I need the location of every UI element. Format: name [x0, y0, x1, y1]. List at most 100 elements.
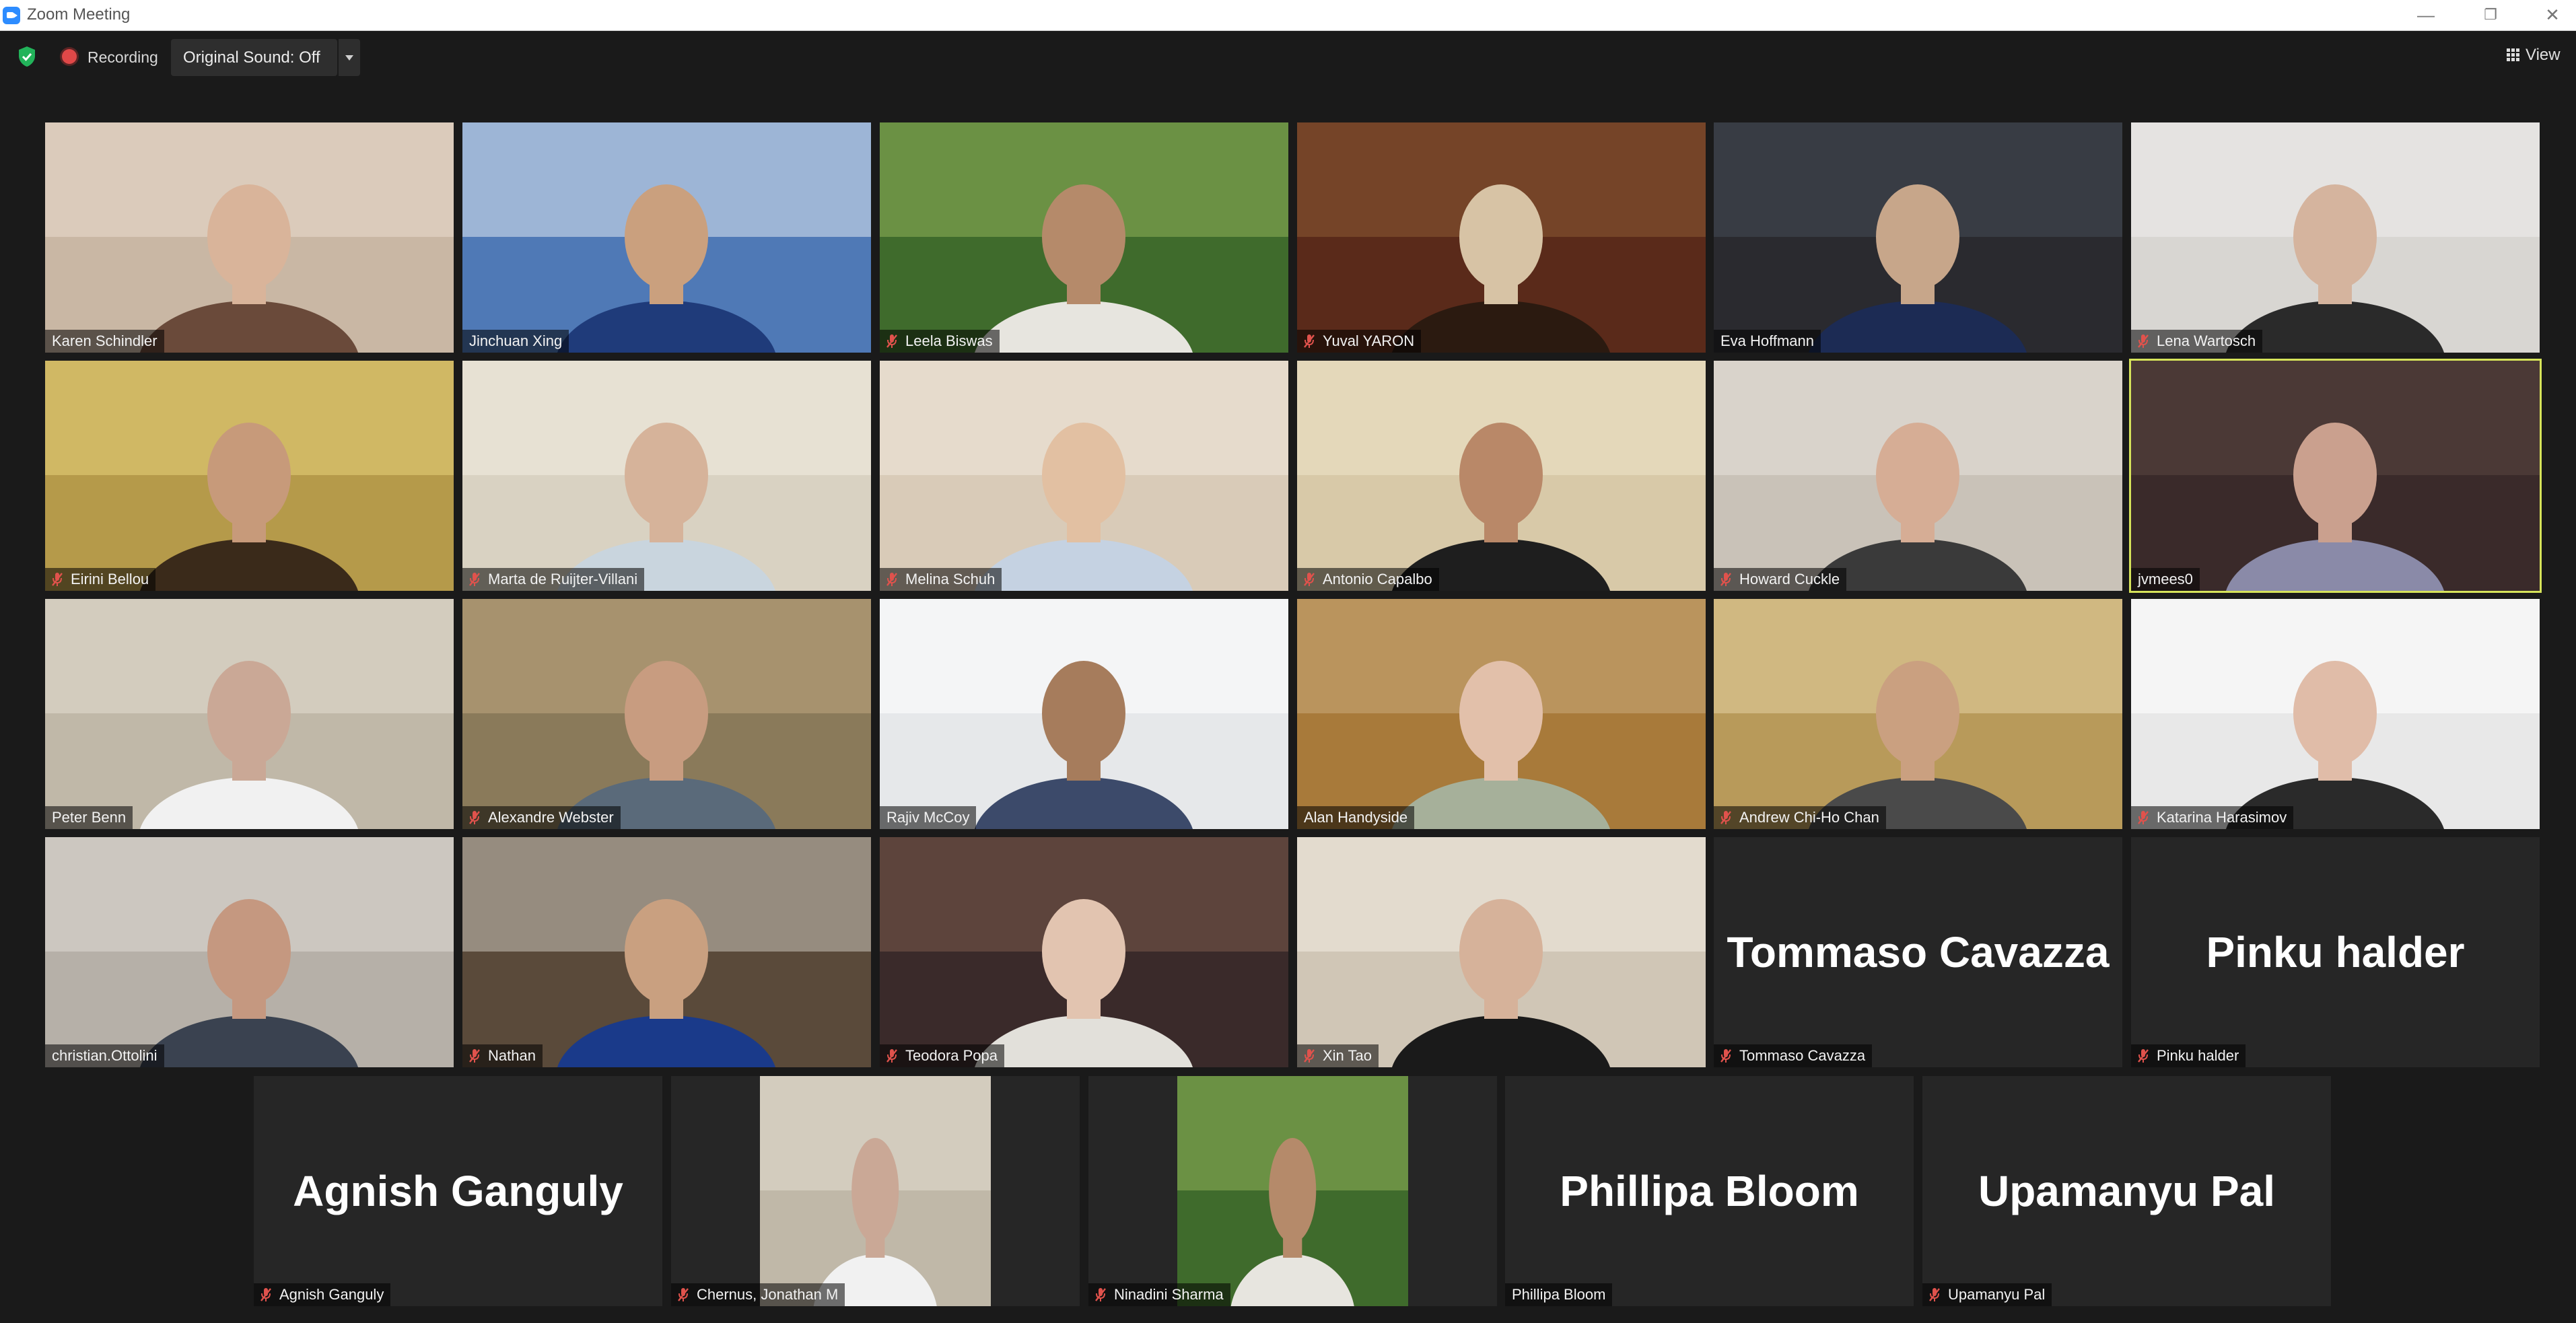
participant-name: Xin Tao: [1323, 1047, 1372, 1064]
participant-tile[interactable]: Lena Wartosch: [2131, 122, 2540, 353]
participant-name-tag: Upamanyu Pal: [1922, 1283, 2052, 1306]
close-button[interactable]: ✕: [2532, 1, 2573, 28]
participant-name: Chernus, Jonathan M: [697, 1286, 839, 1303]
participant-display-name: Pinku halder: [2206, 928, 2465, 976]
profile-photo: [760, 1076, 991, 1306]
participant-tile[interactable]: Marta de Ruijter-Villani: [462, 361, 871, 591]
participant-tile[interactable]: Teodora Popa: [880, 837, 1288, 1067]
grid-view-icon: [2507, 48, 2520, 62]
muted-mic-icon: [260, 1288, 271, 1301]
participant-name-tag: Lena Wartosch: [2131, 330, 2263, 353]
participant-tile[interactable]: Yuval YARON: [1297, 122, 1706, 353]
security-shield-icon[interactable]: [18, 46, 36, 67]
minimize-button[interactable]: —: [2406, 1, 2446, 28]
participant-name: Tommaso Cavazza: [1739, 1047, 1866, 1064]
participant-name: Marta de Ruijter-Villani: [488, 571, 638, 587]
zoom-app-icon: [3, 7, 20, 24]
participant-name: Ninadini Sharma: [1114, 1286, 1224, 1303]
video-feed: [1297, 122, 1706, 353]
participant-name: Melina Schuh: [905, 571, 996, 587]
participant-tile[interactable]: Upamanyu Pal Upamanyu Pal: [1922, 1076, 2331, 1306]
original-sound-button[interactable]: Original Sound: Off: [171, 39, 337, 76]
participant-name: Yuval YARON: [1323, 332, 1415, 349]
participant-tile[interactable]: Jinchuan Xing: [462, 122, 871, 353]
participant-name: Alan Handyside: [1304, 809, 1408, 826]
participant-name-tag: Chernus, Jonathan M: [671, 1283, 845, 1306]
participant-name-tag: jvmees0: [2131, 568, 2200, 591]
participant-name-tag: Alexandre Webster: [462, 806, 621, 829]
restore-button[interactable]: ❐: [2470, 1, 2511, 28]
participant-name-tag: Jinchuan Xing: [462, 330, 569, 353]
recording-label: Recording: [88, 48, 158, 66]
recording-icon: [62, 49, 77, 64]
participant-tile[interactable]: Leela Biswas: [880, 122, 1288, 353]
participant-name-tag: christian.Ottolini: [45, 1044, 164, 1067]
video-feed: [462, 361, 871, 591]
participant-tile[interactable]: Melina Schuh: [880, 361, 1288, 591]
video-feed: [2131, 361, 2540, 591]
muted-mic-icon: [469, 811, 480, 824]
participant-tile[interactable]: Eva Hoffmann: [1714, 122, 2122, 353]
video-feed: [45, 599, 454, 829]
participant-tile[interactable]: Eirini Bellou: [45, 361, 454, 591]
participant-tile[interactable]: Phillipa Bloom Phillipa Bloom: [1505, 1076, 1914, 1306]
muted-mic-icon: [1720, 1049, 1731, 1063]
participant-display-name: Agnish Ganguly: [293, 1167, 623, 1215]
muted-mic-icon: [886, 573, 897, 586]
participant-tile[interactable]: Karen Schindler: [45, 122, 454, 353]
participant-name: Peter Benn: [52, 809, 127, 826]
participant-tile[interactable]: Katarina Harasimov: [2131, 599, 2540, 829]
muted-mic-icon: [1304, 334, 1315, 348]
participant-name: Howard Cuckle: [1739, 571, 1840, 587]
participant-tile[interactable]: Pinku halder Pinku halder: [2131, 837, 2540, 1067]
participant-display-name: Phillipa Bloom: [1560, 1167, 1859, 1215]
participant-tile[interactable]: christian.Ottolini: [45, 837, 454, 1067]
participant-name: Katarina Harasimov: [2157, 809, 2287, 826]
video-feed: [1297, 361, 1706, 591]
participant-tile[interactable]: Peter Benn: [45, 599, 454, 829]
participant-tile[interactable]: Alan Handyside: [1297, 599, 1706, 829]
window-title-bar: Zoom Meeting — ❐ ✕: [0, 0, 2576, 31]
participant-name: Phillipa Bloom: [1512, 1286, 1606, 1303]
participant-tile[interactable]: Nathan: [462, 837, 871, 1067]
participant-name: Alexandre Webster: [488, 809, 614, 826]
participant-display-name: Upamanyu Pal: [1978, 1167, 2276, 1215]
participant-name: Nathan: [488, 1047, 536, 1064]
muted-mic-icon: [2138, 811, 2149, 824]
participant-tile[interactable]: Chernus, Jonathan M: [671, 1076, 1080, 1306]
participant-tile[interactable]: Rajiv McCoy: [880, 599, 1288, 829]
participant-name: Eva Hoffmann: [1720, 332, 1815, 349]
participant-tile[interactable]: Andrew Chi-Ho Chan: [1714, 599, 2122, 829]
video-feed: [1177, 1076, 1408, 1306]
participant-name: Antonio Capalbo: [1323, 571, 1432, 587]
participant-tile[interactable]: Antonio Capalbo: [1297, 361, 1706, 591]
participant-name-tag: Katarina Harasimov: [2131, 806, 2294, 829]
video-feed: [1297, 599, 1706, 829]
participant-tile[interactable]: Ninadini Sharma: [1088, 1076, 1497, 1306]
participant-name: jvmees0: [2138, 571, 2193, 587]
video-feed: [2131, 599, 2540, 829]
video-feed: [2131, 122, 2540, 353]
video-feed: [45, 122, 454, 353]
participant-name-tag: Alan Handyside: [1297, 806, 1415, 829]
participant-name: Eirini Bellou: [71, 571, 149, 587]
muted-mic-icon: [886, 334, 897, 348]
participant-tile[interactable]: Tommaso Cavazza Tommaso Cavazza: [1714, 837, 2122, 1067]
muted-mic-icon: [469, 1049, 480, 1063]
video-feed: [1297, 837, 1706, 1067]
participant-tile[interactable]: jvmees0: [2129, 359, 2542, 593]
video-feed: [880, 122, 1288, 353]
participant-name: Lena Wartosch: [2157, 332, 2256, 349]
participant-tile[interactable]: Alexandre Webster: [462, 599, 871, 829]
muted-mic-icon: [1095, 1288, 1106, 1301]
participant-tile[interactable]: Xin Tao: [1297, 837, 1706, 1067]
participant-name: Jinchuan Xing: [469, 332, 563, 349]
window-title: Zoom Meeting: [27, 5, 131, 24]
chevron-down-icon[interactable]: [337, 39, 360, 76]
participant-name-tag: Marta de Ruijter-Villani: [462, 568, 645, 591]
participant-tile[interactable]: Agnish Ganguly Agnish Ganguly: [254, 1076, 662, 1306]
participant-name: christian.Ottolini: [52, 1047, 158, 1064]
participant-tile[interactable]: Howard Cuckle: [1714, 361, 2122, 591]
participant-name-tag: Yuval YARON: [1297, 330, 1422, 353]
muted-mic-icon: [678, 1288, 689, 1301]
